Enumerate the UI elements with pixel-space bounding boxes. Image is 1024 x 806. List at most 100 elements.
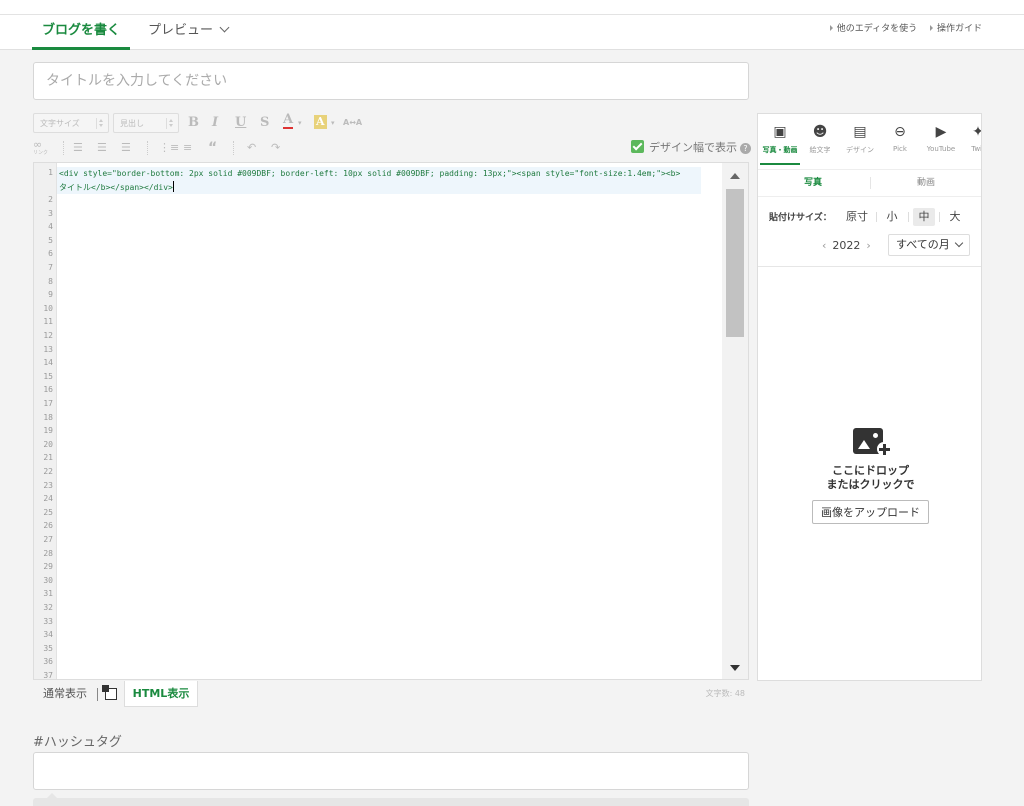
html-view-tab[interactable]: HTML表示 [124,681,198,707]
quote-icon[interactable]: “ [208,138,217,158]
twitter-icon: ✦ [958,124,981,140]
align-right-icon[interactable]: ☰ [121,138,131,158]
scroll-thumb[interactable] [726,189,744,337]
mode-separator [97,688,98,701]
link-label: リンク [33,150,49,156]
prev-year-icon[interactable]: ‹ [822,239,826,252]
font-color-button[interactable]: A [283,113,294,129]
scroll-up-icon[interactable] [730,173,740,179]
photo-icon: ▣ [773,124,787,140]
line-number: 31 [43,589,53,599]
italic-button[interactable]: I [212,113,218,133]
line-number: 10 [43,303,53,313]
align-center-icon[interactable]: ☰ [97,138,107,158]
media-side-panel: ▣ 写真・動画 ☻ 絵文字 ▤ デザイン ⊖ Pick ▶ YouTube ✦ Twit 写… [757,113,982,681]
line-number: 33 [43,616,53,626]
size-medium[interactable]: 中 [913,208,935,226]
underline-button[interactable]: U [235,113,246,133]
line-number: 3 [48,208,53,218]
subtab-photo[interactable]: 写真 [758,170,868,196]
panel-tab-label: Pick [893,145,907,153]
tab-preview[interactable]: プレビュー [148,15,230,49]
guide-label: 操作ガイド [936,24,982,34]
align-left-icon[interactable]: ☰ [73,138,83,158]
upload-image-button[interactable]: 画像をアップロード [812,500,929,524]
other-editor-link[interactable]: 他のエディタを使う [829,24,917,34]
text-cursor [172,180,174,192]
normal-view-tab[interactable]: 通常表示 [43,681,87,707]
line-number-gutter: 1 2 3 4 5 6 7 8 9 10 11 12 13 14 15 16 17 18 19 20 21 22 23 24 2… [34,163,57,679]
copy-icon[interactable] [102,685,117,700]
line-number: 34 [43,630,53,640]
panel-tab-label: Twit [971,145,981,153]
char-spacing-icon[interactable]: A↔A [343,113,362,133]
photo-video-subtabs: 写真 動画 [758,169,981,197]
hashtag-label: #ハッシュタグ [33,735,122,750]
panel-tab-youtube[interactable]: ▶ YouTube [921,124,961,153]
editor-tab-bar: ブログを書く プレビュー 他のエディタを使う 操作ガイド [0,15,1024,50]
code-content[interactable]: <div style="border-bottom: 2px solid #00… [57,167,701,194]
month-select[interactable]: すべての月 [888,234,970,256]
line-number: 27 [43,535,53,544]
checkbox-checked-icon[interactable] [631,140,644,153]
line-number: 36 [43,657,53,667]
toolbar-separator [147,141,149,155]
size-small[interactable]: 小 [881,208,903,226]
hashtag-input[interactable] [33,752,749,790]
heading-select[interactable]: 見出し [113,113,179,133]
html-code-editor[interactable]: 1 2 3 4 5 6 7 8 9 10 11 12 13 14 15 16 17 18 19 20 21 22 23 24 2… [33,162,749,680]
panel-tab-label: 絵文字 [809,146,831,154]
drop-text-1: ここにドロップ [832,464,909,477]
month-select-value: すべての月 [896,238,950,251]
bullet-list-icon[interactable]: ⋮≡ [159,138,179,158]
redo-icon[interactable]: ↷ [271,138,280,158]
triangle-right-icon [929,25,933,31]
design-icon: ▤ [853,124,867,140]
panel-tab-label: デザイン [846,146,874,154]
top-links: 他のエディタを使う 操作ガイド [820,15,982,49]
line-number: 7 [48,263,53,272]
strike-button[interactable]: S [260,113,269,133]
toolbar-row-2: ∞ リンク ☰ ☰ ☰ ⋮≡ ≡ “ ↶ ↷ デザイン幅で表示? [33,138,751,158]
image-drop-zone[interactable]: ここにドロップ またはクリックで 画像をアップロード [758,426,981,524]
undo-icon[interactable]: ↶ [247,138,256,158]
font-size-select[interactable]: 文字サイズ [33,113,109,133]
size-separator [876,212,877,222]
line-number: 25 [43,507,53,517]
updown-icon [166,118,174,129]
bold-button[interactable]: B [188,113,199,133]
line-number: 19 [43,426,53,436]
line-number: 15 [43,371,53,381]
bg-color-dropdown-icon[interactable]: ▾ [331,113,335,133]
editor-scrollbar[interactable] [722,163,748,679]
help-icon[interactable]: ? [740,143,751,154]
top-bar [0,0,1024,15]
line-number: 21 [43,453,53,463]
panel-tab-twitter[interactable]: ✦ Twit [958,124,981,153]
panel-tab-pick[interactable]: ⊖ Pick [880,124,920,153]
panel-tabs: ▣ 写真・動画 ☻ 絵文字 ▤ デザイン ⊖ Pick ▶ YouTube ✦ Twit [758,114,981,166]
design-width-label: デザイン幅で表示 [649,141,737,154]
line-number: 1 [48,168,53,177]
pick-icon: ⊖ [894,124,906,140]
panel-tab-design[interactable]: ▤ デザイン [840,124,880,155]
bg-color-button[interactable]: A [314,115,327,129]
subtab-video[interactable]: 動画 [871,170,981,196]
tab-preview-label: プレビュー [148,23,214,38]
guide-link[interactable]: 操作ガイド [929,24,982,34]
font-size-label: 文字サイズ [40,119,80,128]
line-number: 8 [48,276,53,286]
panel-tab-emoji[interactable]: ☻ 絵文字 [800,124,840,155]
panel-tab-photo[interactable]: ▣ 写真・動画 [760,124,800,165]
font-color-dropdown-icon[interactable]: ▾ [298,113,302,133]
numbered-list-icon[interactable]: ≡ [183,138,192,158]
design-width-toggle[interactable]: デザイン幅で表示? [631,138,751,158]
title-input[interactable] [33,62,749,100]
size-original[interactable]: 原寸 [844,208,870,226]
scroll-down-icon[interactable] [730,665,740,671]
line-number: 28 [43,548,53,558]
line-number: 20 [43,439,53,449]
tab-write-blog[interactable]: ブログを書く [32,15,130,50]
next-year-icon[interactable]: › [866,239,870,252]
size-large[interactable]: 大 [944,208,966,226]
